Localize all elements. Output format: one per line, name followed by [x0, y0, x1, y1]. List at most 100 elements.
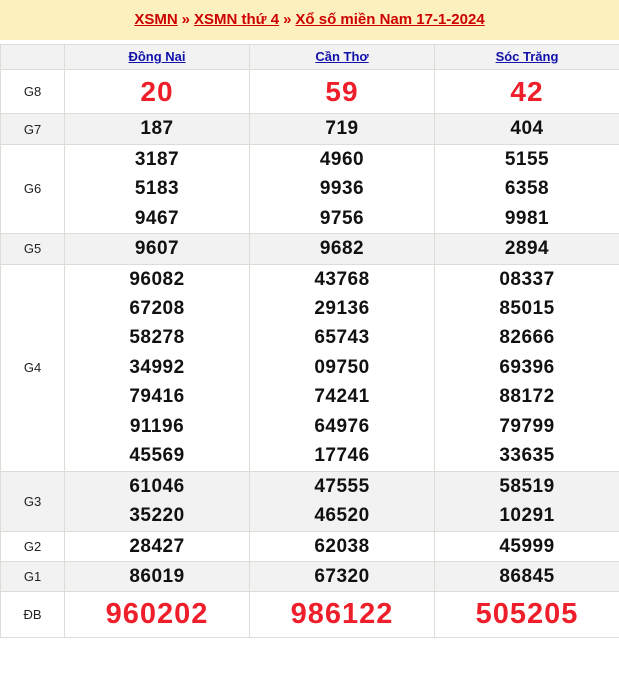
prize-number: 42 — [510, 76, 544, 107]
prize-value-cell: 28427 — [64, 530, 250, 562]
prize-number: 62038 — [314, 535, 370, 557]
corner-header-cell — [0, 44, 65, 70]
breadcrumb-separator: » — [283, 11, 292, 28]
prize-value-cell: 719 — [249, 113, 435, 145]
prize-value-cell: 62038 — [249, 530, 435, 562]
breadcrumb-separator: » — [181, 11, 191, 28]
prize-number: 88172 — [499, 386, 555, 408]
prize-number: 61046 — [129, 475, 185, 497]
prize-number: 3187 — [134, 148, 180, 170]
prize-value-cell: 404 — [434, 113, 619, 145]
province-header-cell: Cần Thơ — [249, 44, 435, 70]
prize-number: 9682 — [319, 238, 365, 260]
prize-number: 82666 — [499, 327, 555, 349]
prize-number: 59 — [325, 76, 359, 107]
prize-value-cell: 58519 10291 — [434, 470, 619, 532]
table-row: G7 187 719 404 — [0, 113, 619, 145]
prize-number: 65743 — [314, 327, 370, 349]
prize-number: 4960 — [319, 148, 365, 170]
province-link-2[interactable]: Sóc Trăng — [496, 49, 559, 64]
prize-value-cell: 505205 — [434, 591, 619, 639]
prize-number: 187 — [140, 118, 174, 140]
prize-number: 6358 — [504, 178, 550, 200]
prize-number: 10291 — [499, 505, 555, 527]
prize-number: 09750 — [314, 356, 370, 378]
prize-label-cell: ĐB — [0, 591, 65, 639]
prize-number: 35220 — [129, 505, 185, 527]
breadcrumb-link-4[interactable]: Xổ số miền Nam 17-1-2024 — [295, 11, 484, 28]
prize-value-cell: 187 — [64, 113, 250, 145]
province-header-cell: Đồng Nai — [64, 44, 250, 70]
prize-label-cell: G5 — [0, 233, 65, 265]
prize-value-cell: 4960 9936 9756 — [249, 143, 435, 235]
prize-number: 79416 — [129, 386, 185, 408]
prize-number: 505205 — [475, 598, 579, 631]
prize-value-cell: 3187 5183 9467 — [64, 143, 250, 235]
prize-number: 45999 — [499, 535, 555, 557]
prize-value-cell: 20 — [64, 68, 250, 115]
prize-value-cell: 08337 85015 82666 69396 88172 79799 33635 — [434, 263, 619, 472]
prize-number: 9981 — [504, 207, 550, 229]
prize-value-cell: 9682 — [249, 233, 435, 265]
prize-value-cell: 9607 — [64, 233, 250, 265]
prize-number: 85015 — [499, 298, 555, 320]
prize-number: 986122 — [290, 598, 394, 631]
prize-label-cell: G6 — [0, 143, 65, 235]
table-row: G3 61046 35220 47555 46520 58519 10291 — [0, 470, 619, 532]
prize-number: 33635 — [499, 445, 555, 467]
prize-number: 58278 — [129, 327, 185, 349]
prize-value-cell: 43768 29136 65743 09750 74241 64976 17746 — [249, 263, 435, 472]
breadcrumb-banner: XSMN» XSMN thứ 4» Xổ số miền Nam 17-1-2024 — [0, 0, 619, 40]
prize-number: 960202 — [105, 598, 209, 631]
prize-label-cell: G1 — [0, 560, 65, 593]
breadcrumb-link-2[interactable]: XSMN thứ 4 — [194, 11, 279, 28]
prize-number: 719 — [325, 118, 359, 140]
prize-label-cell: G7 — [0, 113, 65, 145]
breadcrumb: XSMN» XSMN thứ 4» Xổ số miền Nam 17-1-2024 — [134, 11, 484, 29]
prize-number: 45569 — [129, 445, 185, 467]
prize-label-cell: G2 — [0, 530, 65, 562]
province-link-0[interactable]: Đồng Nai — [128, 49, 185, 64]
prize-number: 9607 — [134, 238, 180, 260]
prize-value-cell: 986122 — [249, 591, 435, 639]
table-header: Đồng Nai Cần Thơ Sóc Trăng — [0, 44, 619, 70]
table-row: G2 28427 62038 45999 — [0, 530, 619, 562]
table-row: G4 96082 67208 58278 34992 79416 91196 45569 437… — [0, 263, 619, 472]
prize-value-cell: 47555 46520 — [249, 470, 435, 532]
prize-number: 79799 — [499, 415, 555, 437]
prize-value-cell: 45999 — [434, 530, 619, 562]
prize-number: 08337 — [499, 268, 555, 290]
prize-number: 96082 — [129, 268, 185, 290]
prize-value-cell: 86845 — [434, 560, 619, 593]
breadcrumb-link-0[interactable]: XSMN — [134, 11, 177, 28]
prize-number: 9756 — [319, 207, 365, 229]
prize-number: 46520 — [314, 505, 370, 527]
prize-value-cell: 42 — [434, 68, 619, 115]
prize-label-cell: G8 — [0, 68, 65, 115]
prize-number: 58519 — [499, 475, 555, 497]
prize-number: 43768 — [314, 268, 370, 290]
prize-value-cell: 960202 — [64, 591, 250, 639]
prize-number: 404 — [510, 118, 544, 140]
table-row: G1 86019 67320 86845 — [0, 560, 619, 593]
province-link-1[interactable]: Cần Thơ — [315, 49, 368, 64]
prize-number: 74241 — [314, 386, 370, 408]
prize-number: 5155 — [504, 148, 550, 170]
prize-value-cell: 96082 67208 58278 34992 79416 91196 45569 — [64, 263, 250, 472]
prize-number: 34992 — [129, 356, 185, 378]
prize-value-cell: 61046 35220 — [64, 470, 250, 532]
prize-number: 2894 — [504, 238, 550, 260]
table-row: ĐB 960202 986122 505205 — [0, 591, 619, 639]
prize-number: 67208 — [129, 298, 185, 320]
table-header-row: Đồng Nai Cần Thơ Sóc Trăng — [0, 44, 619, 70]
prize-number: 86019 — [129, 565, 185, 587]
prize-number: 47555 — [314, 475, 370, 497]
prize-number: 17746 — [314, 445, 370, 467]
prize-number: 91196 — [129, 415, 185, 437]
table-row: G6 3187 5183 9467 4960 9936 9756 5155 6358 9981 — [0, 143, 619, 235]
prize-number: 29136 — [314, 298, 370, 320]
prize-number: 67320 — [314, 565, 370, 587]
lottery-results-container: Đồng Nai Cần Thơ Sóc Trăng G8 20 59 42 G7 187… — [0, 40, 619, 639]
province-header-cell: Sóc Trăng — [434, 44, 619, 70]
prize-number: 86845 — [499, 565, 555, 587]
